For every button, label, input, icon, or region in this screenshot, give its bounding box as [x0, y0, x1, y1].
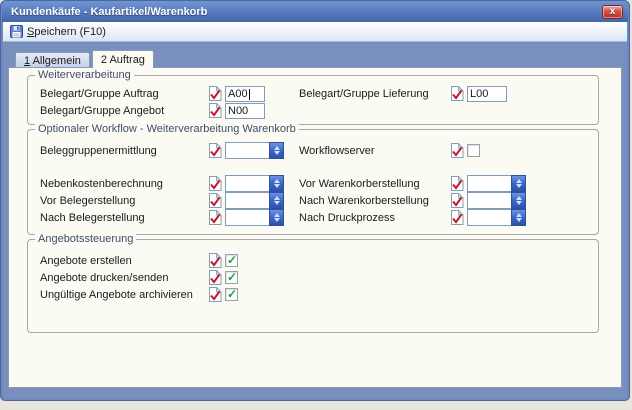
- beleggruppenermittlung-input[interactable]: [225, 142, 269, 159]
- group-title: Angebotssteuerung: [35, 233, 136, 245]
- field-label: Beleggruppenermittlung: [40, 145, 204, 157]
- angebote-erstellen-checkbox[interactable]: [225, 254, 238, 267]
- document-red-check-icon[interactable]: [208, 287, 222, 302]
- field-row-vor-belegerstellung: Vor Belegerstellung: [40, 192, 299, 209]
- tab-page-auftrag: Weiterverarbeitung Belegart/Gruppe Auftr…: [8, 67, 622, 388]
- field-label: Belegart/Gruppe Lieferung: [299, 88, 446, 100]
- tab-strip: 1 Allgemein 2 Auftrag: [8, 49, 622, 67]
- field-label: Nach Warenkorberstellung: [299, 195, 446, 207]
- document-red-check-icon[interactable]: [208, 270, 222, 285]
- field-row-nach-druckprozess: Nach Druckprozess: [299, 209, 590, 226]
- field-label: Belegart/Gruppe Angebot: [40, 105, 204, 117]
- document-red-check-icon[interactable]: [208, 176, 222, 191]
- vor-belegerstellung-input[interactable]: [225, 192, 269, 209]
- save-button[interactable]: Speichern (F10): [7, 24, 112, 39]
- up-down-arrows-icon[interactable]: [511, 209, 526, 226]
- document-red-check-icon[interactable]: [450, 143, 464, 158]
- field-row-nebenkostenberechnung: Nebenkostenberechnung: [40, 175, 299, 192]
- field-label: Ungültige Angebote archivieren: [40, 289, 204, 301]
- text-caret: [249, 89, 250, 100]
- up-down-arrows-icon[interactable]: [269, 175, 284, 192]
- field-row-angebote-drucken: Angebote drucken/senden: [40, 269, 299, 286]
- field-row-nach-belegerstellung: Nach Belegerstellung: [40, 209, 299, 226]
- vor-belegerstellung-spinner: [225, 192, 284, 209]
- field-row-belegart-lieferung: Belegart/Gruppe Lieferung L00: [299, 85, 590, 102]
- group-title: Weiterverarbeitung: [35, 69, 134, 81]
- up-down-arrows-icon[interactable]: [269, 142, 284, 159]
- document-red-check-icon[interactable]: [450, 86, 464, 101]
- tab-allgemein[interactable]: 1 Allgemein: [15, 52, 90, 67]
- toolbar: Speichern (F10): [3, 22, 627, 42]
- save-button-label: Speichern (F10): [27, 26, 106, 38]
- belegart-angebot-input[interactable]: N00: [225, 103, 265, 119]
- vor-warenkorberstellung-spinner: [467, 175, 526, 192]
- angebote-archivieren-checkbox[interactable]: [225, 288, 238, 301]
- floppy-disk-icon: [10, 25, 23, 38]
- group-weiterverarbeitung: Weiterverarbeitung Belegart/Gruppe Auftr…: [27, 75, 599, 125]
- group-title: Optionaler Workflow - Weiterverarbeitung…: [35, 123, 299, 135]
- nach-belegerstellung-input[interactable]: [225, 209, 269, 226]
- document-red-check-icon[interactable]: [208, 143, 222, 158]
- nach-druckprozess-spinner: [467, 209, 526, 226]
- up-down-arrows-icon[interactable]: [269, 192, 284, 209]
- document-red-check-icon[interactable]: [208, 210, 222, 225]
- field-label: Belegart/Gruppe Auftrag: [40, 88, 204, 100]
- field-label: Nach Belegerstellung: [40, 212, 204, 224]
- field-row-vor-warenkorberstellung: Vor Warenkorberstellung: [299, 175, 590, 192]
- angebote-drucken-checkbox[interactable]: [225, 271, 238, 284]
- close-button[interactable]: x: [602, 5, 623, 19]
- title-bar[interactable]: Kundenkäufe - Kaufartikel/Warenkorb x: [2, 1, 628, 22]
- field-label: Vor Belegerstellung: [40, 195, 204, 207]
- field-row-angebote-erstellen: Angebote erstellen: [40, 252, 299, 269]
- up-down-arrows-icon[interactable]: [269, 209, 284, 226]
- field-row-belegart-auftrag: Belegart/Gruppe Auftrag A00: [40, 85, 299, 102]
- field-label: Vor Warenkorberstellung: [299, 178, 446, 190]
- group-angebotssteuerung: Angebotssteuerung Angebote erstellen An: [27, 239, 599, 333]
- document-red-check-icon[interactable]: [450, 193, 464, 208]
- document-red-check-icon[interactable]: [208, 103, 222, 118]
- close-icon: x: [610, 6, 616, 17]
- document-red-check-icon[interactable]: [208, 253, 222, 268]
- up-down-arrows-icon[interactable]: [511, 192, 526, 209]
- nebenkostenberechnung-input[interactable]: [225, 175, 269, 192]
- field-label: Angebote drucken/senden: [40, 272, 204, 284]
- nach-warenkorberstellung-input[interactable]: [467, 192, 511, 209]
- field-row-workflowserver: Workflowserver: [299, 142, 590, 159]
- tab-auftrag[interactable]: 2 Auftrag: [92, 50, 154, 68]
- nach-belegerstellung-spinner: [225, 209, 284, 226]
- field-row-beleggruppenermittlung: Beleggruppenermittlung: [40, 142, 299, 159]
- document-red-check-icon[interactable]: [208, 86, 222, 101]
- up-down-arrows-icon[interactable]: [511, 175, 526, 192]
- field-row-angebote-archivieren: Ungültige Angebote archivieren: [40, 286, 299, 303]
- belegart-auftrag-input[interactable]: A00: [225, 86, 265, 102]
- field-label: Nebenkostenberechnung: [40, 178, 204, 190]
- field-label: Nach Druckprozess: [299, 212, 446, 224]
- field-row-nach-warenkorberstellung: Nach Warenkorberstellung: [299, 192, 590, 209]
- window-title: Kundenkäufe - Kaufartikel/Warenkorb: [11, 6, 207, 18]
- vor-warenkorberstellung-input[interactable]: [467, 175, 511, 192]
- nebenkostenberechnung-spinner: [225, 175, 284, 192]
- workflowserver-checkbox[interactable]: [467, 144, 480, 157]
- nach-warenkorberstellung-spinner: [467, 192, 526, 209]
- field-label: Angebote erstellen: [40, 255, 204, 267]
- belegart-lieferung-input[interactable]: L00: [467, 86, 507, 102]
- dialog-client-area: 1 Allgemein 2 Auftrag Weiterverarbeitung…: [3, 43, 627, 398]
- document-red-check-icon[interactable]: [450, 176, 464, 191]
- document-red-check-icon[interactable]: [450, 210, 464, 225]
- document-red-check-icon[interactable]: [208, 193, 222, 208]
- beleggruppenermittlung-spinner: [225, 142, 284, 159]
- field-row-belegart-angebot: Belegart/Gruppe Angebot N00: [40, 102, 299, 119]
- group-optionaler-workflow: Optionaler Workflow - Weiterverarbeitung…: [27, 129, 599, 235]
- field-label: Workflowserver: [299, 145, 446, 157]
- nach-druckprozess-input[interactable]: [467, 209, 511, 226]
- dialog-window: Kundenkäufe - Kaufartikel/Warenkorb x Sp…: [0, 0, 630, 401]
